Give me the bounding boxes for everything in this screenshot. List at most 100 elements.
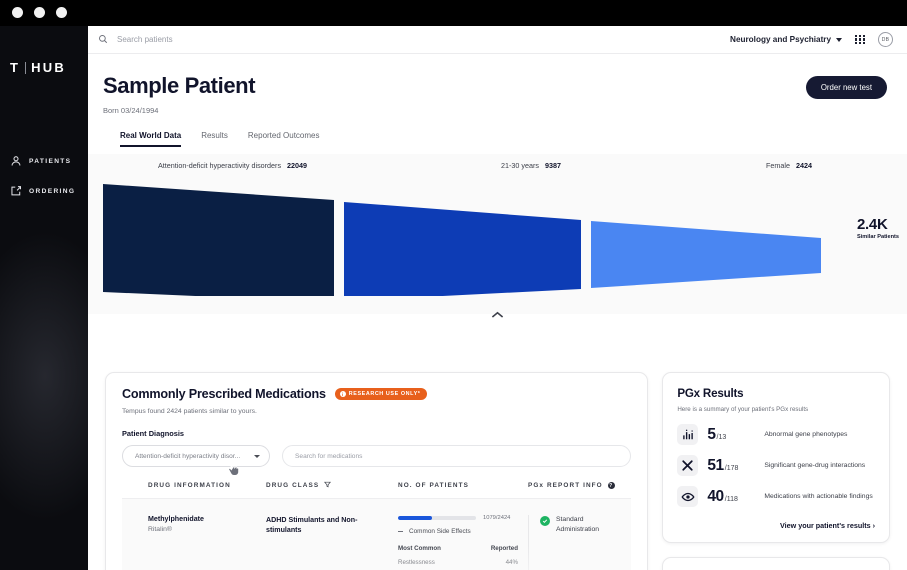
se-col-most-common: Most Common xyxy=(398,545,441,552)
logo-text: HUB xyxy=(31,60,66,75)
funnel-segment-3 xyxy=(591,221,821,288)
patient-header: Sample Patient Born 03/24/1994 Order new… xyxy=(88,54,907,147)
pgx-metric-label: Abnormal gene phenotypes xyxy=(764,430,848,438)
pgx-metric-label: Medications with actionable findings xyxy=(764,492,873,500)
eye-icon xyxy=(677,486,699,507)
help-icon[interactable]: ? xyxy=(607,482,615,489)
main-content: Neurology and Psychiatry DB Sample Patie… xyxy=(88,26,907,570)
funnel-label-3: Female 2424 xyxy=(766,161,812,170)
table-row[interactable]: Methylphenidate Ritalin® ADHD Stimulants… xyxy=(122,498,632,570)
apps-grid-icon[interactable] xyxy=(855,34,865,45)
funnel-shapes xyxy=(103,184,821,296)
tab-results[interactable]: Results xyxy=(201,131,228,147)
drug-brand: Ritalin® xyxy=(148,526,172,533)
sidebar-nav: PATIENTS ORDERING xyxy=(0,146,88,206)
avatar[interactable]: DB xyxy=(878,32,893,47)
cell-drug-class: ADHD Stimulants and Non-stimulants xyxy=(266,516,358,535)
tab-real-world-data[interactable]: Real World Data xyxy=(120,131,182,147)
org-label: Neurology and Psychiatry xyxy=(730,35,832,44)
funnel-segment-2 xyxy=(344,202,581,296)
pgx-denominator: /118 xyxy=(724,495,738,503)
patient-diagnosis-label: Patient Diagnosis xyxy=(122,429,185,438)
search-icon xyxy=(98,31,108,49)
org-selector[interactable]: Neurology and Psychiatry xyxy=(730,35,843,44)
chevron-down-icon xyxy=(836,37,843,42)
minus-icon xyxy=(398,531,403,532)
commonly-prescribed-medications-card: Commonly Prescribed Medications i RESEAR… xyxy=(105,372,649,570)
pgx-value-group: 5 /13 xyxy=(707,426,755,444)
view-patient-results-link[interactable]: View your patient's results › xyxy=(677,521,875,530)
sidebar-item-label: PATIENTS xyxy=(29,157,72,165)
logo-mark: T xyxy=(10,60,21,75)
collapse-funnel-button[interactable] xyxy=(88,306,907,324)
patient-diagnosis-select[interactable]: Attention-deficit hyperactivity disor... xyxy=(122,445,270,467)
pgx-value-group: 51 /178 xyxy=(707,457,755,475)
drug-name: Methylphenidate xyxy=(148,515,204,523)
side-effects-toggle[interactable]: Common Side Effects xyxy=(398,528,528,535)
minimize-window-button[interactable] xyxy=(34,7,45,18)
funnel-labels: Attention-deficit hyperactivity disorder… xyxy=(88,154,907,176)
funnel-segment-1 xyxy=(103,184,334,296)
research-use-only-badge: i RESEARCH USE ONLY* xyxy=(334,388,428,400)
column-label: PGx REPORT INFO xyxy=(528,482,603,489)
monitoring-card[interactable]: Are you monitoring your xyxy=(662,557,890,570)
avatar-initials: DB xyxy=(881,36,890,43)
sidebar-item-ordering[interactable]: ORDERING xyxy=(0,176,88,206)
search-input[interactable] xyxy=(117,35,357,44)
close-window-button[interactable] xyxy=(12,7,23,18)
pgx-metric-abnormal-phenotypes: 5 /13 Abnormal gene phenotypes xyxy=(677,424,875,445)
similar-patients-total: 2.4K Similar Patients xyxy=(857,216,899,240)
column-drug-class[interactable]: DRUG CLASS xyxy=(266,481,398,490)
pgx-metric-gene-drug-interactions: 51 /178 Significant gene-drug interactio… xyxy=(677,455,875,476)
app-window: T HUB PATIENTS ORDERING Search patients … xyxy=(0,0,907,570)
similar-patients-value: 2.4K xyxy=(857,216,888,233)
pgx-value: 40 xyxy=(707,487,724,505)
funnel-label-1: Attention-deficit hyperactivity disorder… xyxy=(158,161,308,170)
sidebar-item-patients[interactable]: PATIENTS xyxy=(0,146,88,176)
medications-search[interactable] xyxy=(282,445,632,467)
similar-patients-caption: Similar Patients xyxy=(857,234,899,240)
cell-no-of-patients: 1079/2424 Common Side Effects Most Commo… xyxy=(398,515,528,570)
cards-row: Commonly Prescribed Medications i RESEAR… xyxy=(88,372,907,570)
se-col-reported: Reported xyxy=(490,545,518,552)
medications-table-header: DRUG INFORMATION DRUG CLASS NO. OF PATIE… xyxy=(122,481,631,498)
side-column: PGx Results Here is a summary of your pa… xyxy=(662,372,890,570)
medications-search-input[interactable] xyxy=(295,452,619,460)
order-new-test-button[interactable]: Order new test xyxy=(805,76,887,99)
medications-controls: Attention-deficit hyperactivity disor... xyxy=(122,445,632,476)
x-cross-icon xyxy=(677,455,699,476)
app-logo[interactable]: T HUB xyxy=(10,60,66,75)
global-search[interactable] xyxy=(88,31,730,49)
page-body: Sample Patient Born 03/24/1994 Order new… xyxy=(88,54,907,570)
pgx-denominator: /13 xyxy=(716,433,727,441)
column-pgx-report-info: PGx REPORT INFO ? xyxy=(528,481,627,490)
funnel-label-2: 21-30 years 9387 xyxy=(501,161,561,170)
cell-pgx-report-info: Standard Administration xyxy=(528,515,627,570)
medications-title-row: Commonly Prescribed Medications i RESEAR… xyxy=(122,387,631,401)
pgx-value-group: 40 /118 xyxy=(707,488,755,506)
chevron-up-icon xyxy=(491,306,504,324)
pgx-denominator: /178 xyxy=(724,464,739,472)
filter-icon[interactable] xyxy=(324,481,332,490)
se-name: Restlessness xyxy=(398,558,435,566)
top-bar: Neurology and Psychiatry DB xyxy=(88,26,907,54)
patient-birthdate: Born 03/24/1994 xyxy=(103,106,159,115)
sidebar: T HUB PATIENTS ORDERING xyxy=(0,26,88,570)
pgx-metric-label: Significant gene-drug interactions xyxy=(764,461,866,469)
sidebar-item-label: ORDERING xyxy=(29,187,76,195)
sidebar-glow xyxy=(0,226,88,526)
check-circle-icon xyxy=(540,516,550,526)
patient-funnel-chart: Attention-deficit hyperactivity disorder… xyxy=(88,154,907,318)
cell-drug-information: Methylphenidate Ritalin® xyxy=(126,515,266,570)
tab-reported-outcomes[interactable]: Reported Outcomes xyxy=(248,131,320,147)
info-icon: i xyxy=(339,391,346,397)
top-bar-right: Neurology and Psychiatry DB xyxy=(730,32,907,47)
pgx-results-card: PGx Results Here is a summary of your pa… xyxy=(662,372,890,543)
patient-diagnosis-value: Attention-deficit hyperactivity disor... xyxy=(135,452,241,460)
tab-bar: Real World Data Results Reported Outcome… xyxy=(103,115,907,147)
pgx-subtitle: Here is a summary of your patient's PGx … xyxy=(677,406,809,413)
medications-title: Commonly Prescribed Medications xyxy=(122,387,326,401)
bar-chart-icon xyxy=(677,424,699,445)
maximize-window-button[interactable] xyxy=(56,7,67,18)
pgx-value: 5 xyxy=(707,425,716,443)
